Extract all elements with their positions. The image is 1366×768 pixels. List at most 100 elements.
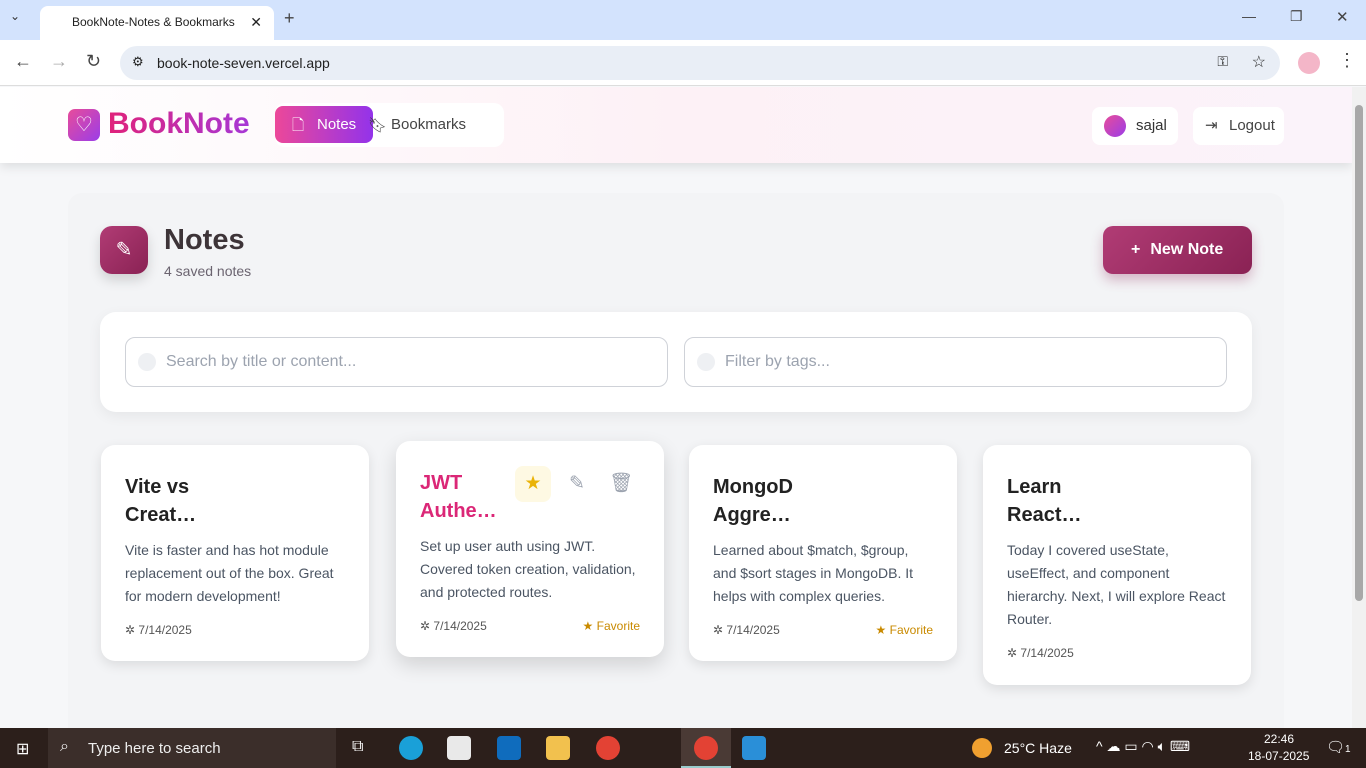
note-title: Learn React… [1007,476,1082,526]
sparkle-icon: ✲ [1007,646,1021,660]
forward-icon[interactable]: → [50,51,68,72]
filter-panel: Search by title or content... Filter by … [100,312,1252,412]
card-accent [396,441,664,445]
new-note-button[interactable]: + New Note [1103,226,1252,274]
back-icon[interactable]: ← [14,51,32,72]
nav-tabs: 🗋 Notes 🔖︎ Bookmarks [275,103,504,147]
tags-filter-input[interactable]: Filter by tags... [684,337,1227,387]
favorite-star-button[interactable]: ★ [515,466,551,502]
taskbar-search[interactable]: ⌕ Type here to search [48,728,336,768]
tab-bookmarks-label: Bookmarks [391,116,467,133]
scrollbar-thumb[interactable] [1355,105,1363,601]
new-note-label: New Note [1150,241,1224,258]
menu-icon[interactable]: ⋮ [1338,50,1356,71]
browser-tab[interactable]: BookNote-Notes & Bookmarks ✕ [40,6,274,40]
star-icon: ★ [582,619,597,633]
username: sajal [1136,117,1167,134]
card-accent [983,445,1251,449]
scrollbar[interactable] [1352,87,1366,728]
search-icon [138,353,156,371]
file-icon: 🗋 [292,117,305,134]
note-title: Vite vs Creat… [125,476,197,526]
notifications-icon[interactable]: 🗨︎1 [1326,738,1351,756]
clock-time[interactable]: 22:46 [1264,732,1294,746]
url-input[interactable]: ⚙ book-note-seven.vercel.app ⚿ ☆ [120,46,1280,80]
note-date: ✲ 7/14/2025 [420,619,487,633]
address-bar-row: ← → ↻ ⚙ book-note-seven.vercel.app ⚿ ☆ ⋮ [0,40,1366,86]
tab-notes[interactable]: 🗋 Notes [275,106,373,143]
note-title: MongoD Aggre… [713,476,793,526]
close-tab-icon[interactable]: ✕ [250,14,262,31]
tags-placeholder: Filter by tags... [725,353,830,370]
notes-count: 4 saved notes [164,263,252,279]
note-card[interactable]: Learn React… Today I covered useState, u… [983,445,1251,685]
password-key-icon[interactable]: ⚿ [1217,53,1228,70]
search-input[interactable]: Search by title or content... [125,337,668,387]
note-date: ✲ 7/14/2025 [1007,646,1074,660]
clock-date[interactable]: 18-07-2025 [1248,749,1309,763]
edge-icon[interactable] [399,736,423,760]
tab-title: BookNote-Notes & Bookmarks [72,15,235,29]
tab-notes-label: Notes [317,116,357,133]
weather-icon[interactable] [972,738,992,758]
tray-icons[interactable]: ^ ☁ ▭ ◠ 🔈︎ ⌨ [1096,738,1190,755]
chrome-active-app[interactable] [681,728,731,768]
url-text: book-note-seven.vercel.app [157,55,330,71]
note-card[interactable]: JWT Authe… ★ ✎ 🗑︎ Set up user auth using… [396,441,664,657]
heart-logo-icon: ♡ [68,109,100,141]
minimize-button[interactable]: — [1242,8,1256,24]
plus-icon: + [1131,241,1141,258]
note-date: ✲ 7/14/2025 [125,623,192,637]
tab-search-button[interactable]: ⌄ [10,9,20,23]
search-placeholder: Search by title or content... [166,353,357,370]
note-body: Today I covered useState, useEffect, and… [1007,542,1226,627]
note-card[interactable]: MongoD Aggre… Learned about $match, $gro… [689,445,957,661]
favorite-badge: ★ Favorite [582,619,640,633]
page-title: Notes [164,224,245,256]
chrome-profile-icon[interactable] [596,736,620,760]
logout-icon: ⇥ [1205,117,1218,134]
close-window-button[interactable]: ✕ [1336,8,1349,26]
user-badge[interactable]: sajal [1092,107,1178,145]
restore-button[interactable]: ❐ [1290,8,1303,25]
weather-text[interactable]: 25°C Haze [1004,740,1072,756]
file-explorer-icon[interactable] [546,736,570,760]
note-body: Set up user auth using JWT. Covered toke… [420,538,636,600]
vscode-icon[interactable] [742,736,766,760]
bookmark-icon: 🔖︎ [368,117,388,134]
taskbar: ⊞ ⌕ Type here to search ⧉ 25°C Haze ^ ☁ ▭… [0,728,1366,768]
user-avatar-icon [1104,115,1126,137]
site-info-icon[interactable]: ⚙ [132,54,144,70]
note-date: ✲ 7/14/2025 [713,623,780,637]
note-card[interactable]: Vite vs Creat… Vite is faster and has ho… [101,445,369,661]
reload-icon[interactable]: ↻ [86,51,101,72]
logout-button[interactable]: ⇥ Logout [1193,107,1284,145]
bookmark-star-icon[interactable]: ☆ [1252,52,1266,72]
trash-icon[interactable]: 🗑︎ [603,466,639,502]
sparkle-icon: ✲ [125,623,139,637]
tab-bookmarks[interactable]: 🔖︎ Bookmarks [368,116,467,134]
logout-label: Logout [1229,117,1275,134]
task-view-icon[interactable]: ⧉ [352,738,363,756]
outlook-icon[interactable] [497,736,521,760]
windows-start-icon[interactable]: ⊞ [16,739,29,759]
card-accent [101,445,369,449]
profile-avatar[interactable] [1298,52,1320,74]
new-tab-button[interactable]: + [284,8,295,29]
edit-icon[interactable]: ✎ [559,466,595,502]
note-body: Vite is faster and has hot module replac… [125,542,334,604]
app-header: ♡ BookNote 🗋 Notes 🔖︎ Bookmarks sajal ⇥ Log… [0,87,1352,163]
page: ♡ BookNote 🗋 Notes 🔖︎ Bookmarks sajal ⇥ Log… [0,87,1352,728]
logo[interactable]: BookNote [108,107,250,141]
note-title: JWT Authe… [420,472,497,522]
store-icon[interactable] [447,736,471,760]
note-body: Learned about $match, $group, and $sort … [713,542,913,604]
star-icon: ★ [875,623,890,637]
tag-icon [697,353,715,371]
edit-note-icon: ✎ [100,226,148,274]
taskbar-search-text: Type here to search [88,740,221,757]
card-accent [689,445,957,449]
search-icon: ⌕ [60,738,69,755]
chrome-icon [694,736,718,760]
tab-strip: ⌄ BookNote-Notes & Bookmarks ✕ + — ❐ ✕ [0,0,1366,40]
